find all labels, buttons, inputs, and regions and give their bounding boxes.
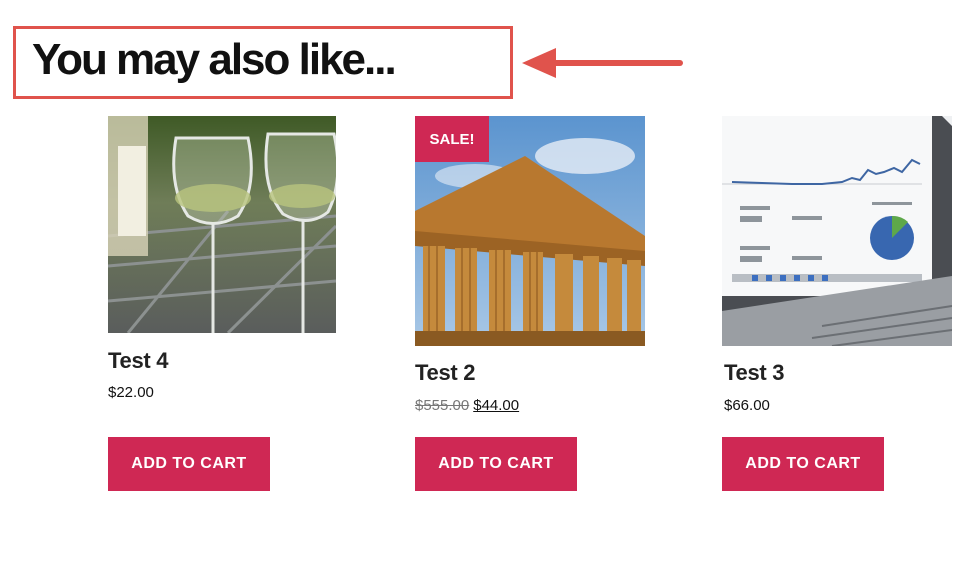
add-to-cart-button[interactable]: ADD TO CART [415, 437, 577, 491]
product-card: Test 3 $66.00 ADD TO CART [722, 116, 954, 496]
product-image[interactable]: SALE! [415, 116, 645, 346]
product-title[interactable]: Test 2 [415, 360, 475, 386]
product-price: $555.00 $44.00 [415, 397, 519, 414]
original-price: $555.00 [415, 397, 470, 414]
add-to-cart-button[interactable]: ADD TO CART [722, 437, 884, 491]
product-title[interactable]: Test 4 [108, 348, 168, 374]
sale-price: $44.00 [473, 397, 520, 414]
laptop-analytics-image [722, 116, 952, 346]
product-price: $66.00 [724, 397, 770, 414]
product-card: SALE! Test 2 $555.00 $44.00 ADD TO CART [415, 116, 647, 496]
section-heading: You may also like... [32, 35, 397, 84]
product-image[interactable] [108, 116, 336, 333]
add-to-cart-button[interactable]: ADD TO CART [108, 437, 270, 491]
wine-glasses-image [108, 116, 336, 333]
product-card: Test 4 $22.00 ADD TO CART [108, 116, 338, 496]
product-title[interactable]: Test 3 [724, 360, 784, 386]
product-price: $22.00 [108, 384, 154, 401]
annotation-arrow-icon [522, 48, 683, 78]
product-image[interactable] [722, 116, 952, 346]
sale-badge: SALE! [415, 116, 489, 162]
